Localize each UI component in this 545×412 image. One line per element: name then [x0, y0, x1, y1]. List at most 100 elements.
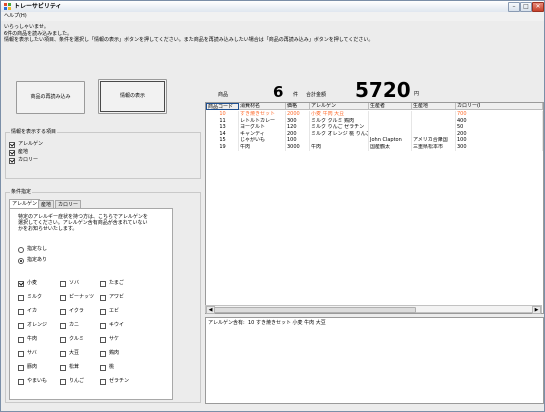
column-header[interactable]: 商品コード	[206, 103, 239, 110]
allergen-checkbox[interactable]: キウイ	[100, 322, 124, 329]
checkbox-box[interactable]	[60, 378, 66, 385]
checkbox-box[interactable]	[100, 336, 106, 343]
checkbox-label: アワビ	[109, 294, 125, 300]
table-cell: 3000	[286, 143, 310, 151]
checkbox-box[interactable]	[100, 378, 106, 385]
radio-circle[interactable]	[18, 257, 24, 264]
message-instructions: 情報を表示したい項目、条件を選択し「情報の表示」ボタンを押してください。また商品…	[4, 37, 374, 43]
column-header[interactable]: 生産者	[369, 103, 412, 110]
column-header[interactable]: カロリー(I	[456, 103, 543, 110]
checkbox-label: やまいも	[27, 378, 48, 384]
radio-label: 指定なし	[27, 246, 48, 252]
allergen-checkbox[interactable]: サバ	[18, 350, 37, 357]
allergen-checkbox[interactable]: 小麦	[18, 280, 37, 287]
column-header[interactable]: 生産地	[412, 103, 456, 110]
checkbox-box[interactable]	[100, 280, 106, 287]
product-count-label: 商品	[218, 92, 229, 98]
table-horizontal-scrollbar[interactable]: ◀ ▶	[205, 305, 542, 314]
allergen-checkbox[interactable]: 豚肉	[18, 364, 37, 371]
checkbox-label: サバ	[27, 350, 37, 356]
checkbox-box[interactable]	[18, 378, 24, 385]
checkbox-box[interactable]	[9, 141, 15, 148]
total-amount-label: 合計金額	[306, 92, 327, 98]
column-header[interactable]: 消費材名	[239, 103, 286, 110]
table-cell: 牛肉	[239, 143, 286, 151]
allergen-checkbox[interactable]: ソバ	[60, 280, 79, 287]
checkbox-label: ピーナッツ	[69, 294, 95, 300]
checkbox-label: オレンジ	[27, 322, 48, 328]
allergen-checkbox[interactable]: やまいも	[18, 378, 47, 385]
allergen-checkbox[interactable]: ミルク	[18, 294, 42, 301]
checkbox-box[interactable]	[100, 294, 106, 301]
allergen-checkbox[interactable]: サケ	[100, 336, 119, 343]
column-header[interactable]: アレルゲン	[310, 103, 369, 110]
table-row[interactable]: 19 牛肉 3000 牛肉 国産鶴太 三重県松本市 300	[206, 143, 543, 151]
checkbox-box[interactable]	[9, 149, 15, 156]
allergen-checkbox[interactable]: クルミ	[60, 336, 84, 343]
checkbox-box[interactable]	[18, 280, 24, 287]
display-item-checkbox[interactable]: 産地	[9, 149, 28, 156]
column-header[interactable]: 価格	[286, 103, 310, 110]
allergen-checkbox[interactable]: イクラ	[60, 308, 84, 315]
checkbox-label: 鶏肉	[109, 350, 120, 356]
allergen-checkbox[interactable]: ゼラチン	[100, 378, 129, 385]
checkbox-box[interactable]	[18, 336, 24, 343]
menu-bar: ヘルプ(H)	[1, 12, 544, 21]
display-item-checkbox[interactable]: アレルゲン	[9, 141, 43, 148]
allergen-checkbox[interactable]: エビ	[100, 308, 119, 315]
maximize-button[interactable]: □	[520, 2, 532, 12]
checkbox-label: アレルゲン	[18, 141, 44, 147]
checkbox-box[interactable]	[100, 322, 106, 329]
allergen-checkbox[interactable]: 松茸	[60, 364, 79, 371]
show-info-button[interactable]: 情報の表示	[98, 79, 167, 114]
allergen-checkbox[interactable]: アワビ	[100, 294, 124, 301]
display-item-checkbox[interactable]: カロリー	[9, 157, 38, 164]
message-greeting: いらっしゃいませ。	[4, 24, 49, 30]
allergen-checkbox[interactable]: たまご	[100, 280, 124, 287]
checkbox-box[interactable]	[60, 322, 66, 329]
allergen-checkbox[interactable]: 桃	[100, 364, 114, 371]
checkbox-box[interactable]	[18, 350, 24, 357]
close-button[interactable]: ✕	[532, 2, 544, 12]
checkbox-box[interactable]	[60, 350, 66, 357]
checkbox-box[interactable]	[18, 308, 24, 315]
checkbox-box[interactable]	[60, 336, 66, 343]
app-window: トレーサビリティ – □ ✕ ヘルプ(H) いらっしゃいませ。 6件の商品を読み…	[0, 0, 545, 412]
allergen-checkbox[interactable]: カニ	[60, 322, 79, 329]
window-title: トレーサビリティ	[14, 3, 62, 10]
allergen-checkbox[interactable]: 大豆	[60, 350, 79, 357]
checkbox-box[interactable]	[60, 294, 66, 301]
checkbox-box[interactable]	[9, 157, 15, 164]
display-items-title: 情報を表示する項目	[10, 129, 58, 136]
checkbox-label: カニ	[69, 322, 80, 328]
checkbox-box[interactable]	[60, 280, 66, 287]
allergen-checkbox[interactable]: 鶏肉	[100, 350, 119, 357]
checkbox-label: クルミ	[69, 336, 84, 342]
table-cell: 牛肉	[310, 143, 369, 151]
allergen-checkbox[interactable]: ピーナッツ	[60, 294, 94, 301]
checkbox-box[interactable]	[60, 364, 66, 371]
product-table[interactable]: 商品コード 消費材名 価格 アレルゲン 生産者 生産地 カロリー(I 10 すき焼きセット 20…	[205, 102, 544, 314]
minimize-button[interactable]: –	[508, 2, 520, 12]
radio-circle[interactable]	[18, 246, 24, 253]
allergen-checkbox[interactable]: オレンジ	[18, 322, 47, 329]
menu-help[interactable]: ヘルプ(H)	[4, 13, 27, 20]
reload-products-button[interactable]: 商品の再読み込み	[16, 81, 85, 114]
checkbox-box[interactable]	[18, 364, 24, 371]
allergen-mode-radio[interactable]: 指定なし	[18, 246, 47, 253]
checkbox-box[interactable]	[100, 350, 106, 357]
allergen-mode-radio[interactable]: 指定あり	[18, 257, 47, 264]
checkbox-label: サケ	[109, 336, 120, 342]
checkbox-box[interactable]	[60, 308, 66, 315]
scroll-right-icon[interactable]: ▶	[532, 306, 541, 314]
checkbox-box[interactable]	[100, 308, 106, 315]
allergen-checkbox[interactable]: りんご	[60, 378, 84, 385]
allergen-checkbox[interactable]: 牛肉	[18, 336, 37, 343]
checkbox-box[interactable]	[18, 322, 24, 329]
allergen-checkbox[interactable]: イカ	[18, 308, 37, 315]
checkbox-box[interactable]	[100, 364, 106, 371]
scroll-thumb[interactable]	[214, 307, 416, 313]
checkbox-box[interactable]	[18, 294, 24, 301]
product-count-value: 6	[273, 83, 284, 101]
allergen-result-label: アレルゲン含有:	[208, 320, 245, 326]
